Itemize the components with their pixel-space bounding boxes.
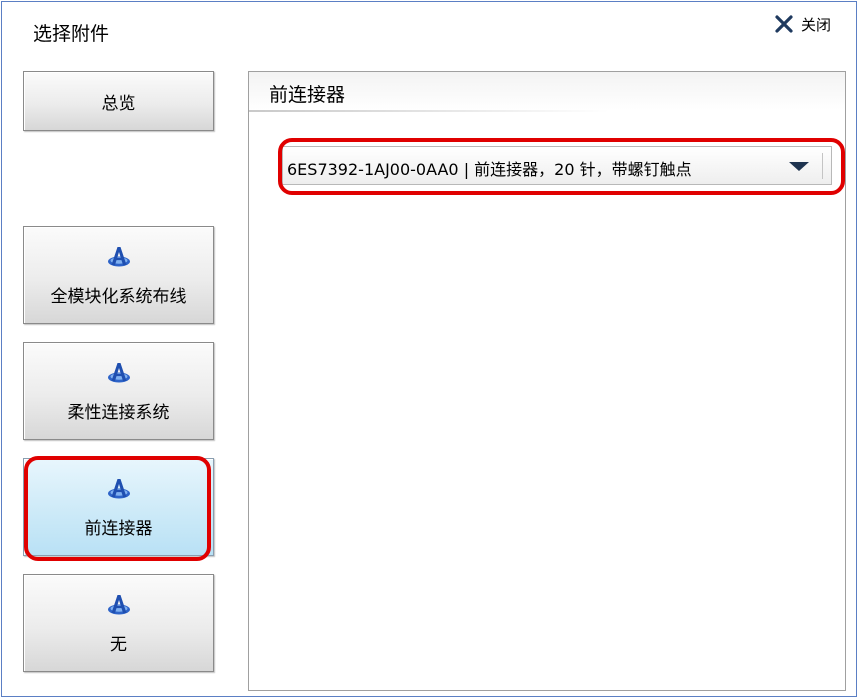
chevron-down-icon[interactable] bbox=[789, 162, 809, 171]
overview-button[interactable]: 总览 bbox=[23, 71, 214, 131]
connector-select-value: 6ES7392-1AJ00-0AA0 | 前连接器，20 针，带螺钉触点 bbox=[287, 160, 692, 179]
nav-item-label: 全模块化系统布线 bbox=[50, 286, 187, 307]
nav-item-none[interactable]: 无 bbox=[23, 574, 214, 672]
connector-select[interactable]: 6ES7392-1AJ00-0AA0 | 前连接器，20 针，带螺钉触点 bbox=[282, 146, 832, 185]
nav-item-label: 柔性连接系统 bbox=[67, 402, 170, 423]
select-divider bbox=[822, 153, 823, 179]
content-panel: 前连接器 6ES7392-1AJ00-0AA0 | 前连接器，20 针，带螺钉触… bbox=[248, 71, 846, 691]
nav-item-full-modular-wiring[interactable]: 全模块化系统布线 bbox=[23, 226, 214, 324]
dialog-title: 选择附件 bbox=[33, 23, 110, 45]
nav-item-label: 无 bbox=[110, 634, 127, 655]
blue-a-icon bbox=[107, 362, 130, 382]
close-button[interactable]: 关闭 bbox=[775, 12, 831, 36]
close-icon bbox=[775, 15, 793, 33]
nav-item-front-connector[interactable]: 前连接器 bbox=[23, 458, 214, 556]
blue-a-icon bbox=[107, 478, 130, 498]
nav-item-flexible-connection[interactable]: 柔性连接系统 bbox=[23, 342, 214, 440]
panel-header-divider bbox=[249, 110, 609, 112]
panel-title: 前连接器 bbox=[269, 84, 346, 106]
close-label: 关闭 bbox=[801, 15, 832, 34]
nav-item-label: 前连接器 bbox=[84, 518, 153, 539]
overview-button-label: 总览 bbox=[101, 93, 136, 114]
blue-a-icon bbox=[107, 246, 130, 266]
blue-a-icon bbox=[107, 594, 130, 614]
